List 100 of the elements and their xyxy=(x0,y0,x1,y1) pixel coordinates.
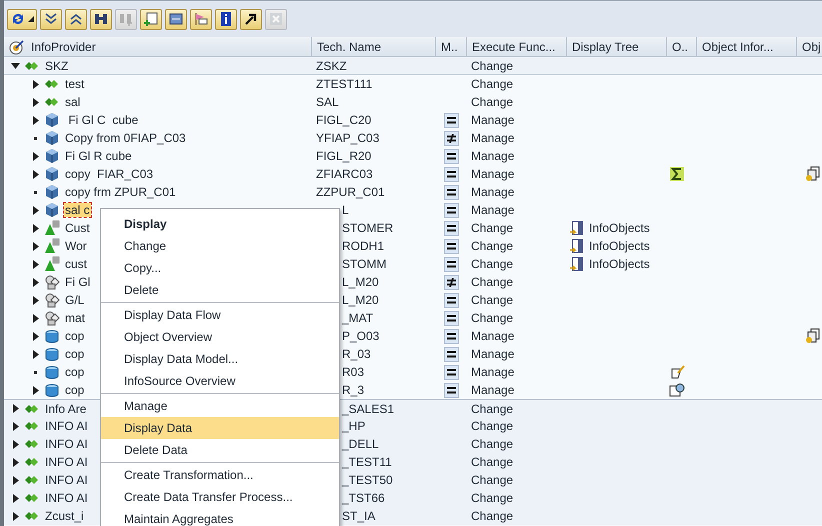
expand-arrow-icon[interactable] xyxy=(30,260,40,268)
menu-item[interactable]: Copy... xyxy=(101,257,339,279)
execute-function-link[interactable]: Change xyxy=(471,77,514,91)
expand-arrow-icon[interactable] xyxy=(30,224,40,232)
menu-item[interactable]: Display Data xyxy=(101,417,339,439)
expand-arrow-icon[interactable] xyxy=(30,116,40,124)
expand-arrow-icon[interactable] xyxy=(30,350,40,358)
execute-function-link[interactable]: Change xyxy=(471,437,514,451)
menu-item[interactable]: Manage xyxy=(101,395,339,417)
execute-function-link[interactable]: Manage xyxy=(471,329,514,343)
expand-arrow-icon[interactable] xyxy=(30,206,40,214)
expand-arrow-icon[interactable] xyxy=(30,170,40,178)
column-header[interactable]: O.. xyxy=(667,37,697,57)
execute-function-link[interactable]: Change xyxy=(471,402,514,416)
expand-arrow-icon[interactable] xyxy=(30,278,40,286)
menu-item[interactable]: Change xyxy=(101,235,339,257)
tree-node-label[interactable]: copy FIAR_C03 xyxy=(64,167,154,181)
execute-function-link[interactable]: Change xyxy=(471,473,514,487)
column-header[interactable]: Tech. Name xyxy=(312,37,436,57)
execute-function-link[interactable]: Change xyxy=(471,419,514,433)
menu-item[interactable]: Create Transformation... xyxy=(101,464,339,486)
expand-arrow-icon[interactable] xyxy=(10,458,20,466)
tree-node-label[interactable]: copy frm ZPUR_C01 xyxy=(64,185,177,199)
add-document-button[interactable] xyxy=(140,8,162,30)
arrow-up-right-button[interactable] xyxy=(240,8,262,30)
display-tree-link[interactable]: InfoObjects xyxy=(589,257,650,271)
column-header[interactable]: Object Infor... xyxy=(697,37,797,57)
execute-function-link[interactable]: Manage xyxy=(471,347,514,361)
tree-node-label[interactable]: Fi Gl R cube xyxy=(64,149,133,163)
tree-node-label[interactable]: INFO AI xyxy=(44,455,89,469)
column-header[interactable]: Obj xyxy=(797,37,822,57)
tree-node-label[interactable]: INFO AI xyxy=(44,473,89,487)
tree-node-label[interactable]: sal xyxy=(64,95,82,109)
tree-node-label[interactable]: cop xyxy=(64,383,86,397)
column-header[interactable]: InfoProvider xyxy=(4,37,312,57)
expand-arrow-icon[interactable] xyxy=(10,512,20,520)
tree-node-label[interactable]: INFO AI xyxy=(44,437,89,451)
display-tree-link[interactable]: InfoObjects xyxy=(589,221,650,235)
execute-function-link[interactable]: Change xyxy=(471,257,514,271)
execute-function-link[interactable]: Manage xyxy=(471,167,514,181)
expand-arrow-icon[interactable] xyxy=(30,80,40,88)
expand-arrow-icon[interactable] xyxy=(30,242,40,250)
expand-arrow-icon[interactable] xyxy=(10,494,20,502)
execute-function-link[interactable]: Change xyxy=(471,455,514,469)
execute-function-link[interactable]: Manage xyxy=(471,185,514,199)
expand-arrow-icon[interactable] xyxy=(10,404,20,413)
execute-function-link[interactable]: Change xyxy=(471,58,514,72)
expand-arrow-icon[interactable] xyxy=(30,296,40,304)
tree-node-label[interactable]: cop xyxy=(64,329,86,343)
execute-function-link[interactable]: Change xyxy=(471,491,514,505)
tree-node-label[interactable]: cop xyxy=(64,347,86,361)
tree-node-label[interactable]: Fi Gl xyxy=(64,275,92,289)
tree-node-label[interactable]: mat xyxy=(64,311,86,325)
tree-node-label[interactable]: Zcust_i xyxy=(44,509,85,523)
chevrons-up-button[interactable] xyxy=(65,8,87,30)
display-tree-link[interactable]: InfoObjects xyxy=(589,239,650,253)
execute-function-link[interactable]: Change xyxy=(471,239,514,253)
expand-arrow-icon[interactable] xyxy=(30,314,40,322)
window-button[interactable] xyxy=(165,8,187,30)
expand-arrow-icon[interactable] xyxy=(10,422,20,430)
column-header[interactable]: Display Tree xyxy=(567,37,667,57)
execute-function-link[interactable]: Change xyxy=(471,293,514,307)
execute-function-link[interactable]: Manage xyxy=(471,131,514,145)
execute-function-link[interactable]: Manage xyxy=(471,203,514,217)
tree-node-label[interactable]: INFO AI xyxy=(44,419,89,433)
menu-item[interactable]: Create Data Transfer Process... xyxy=(101,486,339,508)
menu-item[interactable]: Display Data Flow xyxy=(101,304,339,326)
refresh-button[interactable] xyxy=(7,8,37,30)
execute-function-link[interactable]: Change xyxy=(471,509,514,523)
tree-node-label[interactable]: cop xyxy=(64,365,86,379)
menu-item[interactable]: Delete xyxy=(101,279,339,301)
tree-node-label[interactable]: Cust xyxy=(64,221,91,235)
expand-arrow-icon[interactable] xyxy=(30,386,40,394)
column-header[interactable]: M.. xyxy=(436,37,467,57)
execute-function-link[interactable]: Change xyxy=(471,311,514,325)
execute-function-link[interactable]: Manage xyxy=(471,383,514,397)
info-button[interactable] xyxy=(215,8,237,30)
menu-item[interactable]: InfoSource Overview xyxy=(101,370,339,392)
tree-node-label[interactable]: INFO AI xyxy=(44,491,89,505)
menu-item[interactable]: Delete Data xyxy=(101,439,339,461)
execute-function-link[interactable]: Change xyxy=(471,275,514,289)
expand-arrow-icon[interactable] xyxy=(10,476,20,484)
tree-node-label[interactable]: SKZ xyxy=(44,58,70,72)
binoculars-button[interactable] xyxy=(90,8,112,30)
menu-item[interactable]: Display Data Model... xyxy=(101,348,339,370)
menu-item[interactable]: Object Overview xyxy=(101,326,339,348)
tree-node-label[interactable]: G/L xyxy=(64,293,86,307)
collapse-arrow-icon[interactable] xyxy=(10,61,20,70)
column-header[interactable]: Execute Func... xyxy=(467,37,567,57)
menu-item[interactable]: Maintain Aggregates xyxy=(101,508,339,526)
tree-node-label[interactable]: sal c xyxy=(64,203,91,217)
execute-function-link[interactable]: Manage xyxy=(471,365,514,379)
chevrons-down-button[interactable] xyxy=(40,8,62,30)
tree-node-label[interactable]: Fi Gl C cube xyxy=(64,113,140,127)
tree-node-label[interactable]: Info Are xyxy=(44,402,88,416)
menu-item[interactable]: Display xyxy=(101,213,339,235)
tree-node-label[interactable]: cust xyxy=(64,257,88,271)
expand-arrow-icon[interactable] xyxy=(10,440,20,448)
execute-function-link[interactable]: Change xyxy=(471,95,514,109)
expand-arrow-icon[interactable] xyxy=(30,98,40,106)
